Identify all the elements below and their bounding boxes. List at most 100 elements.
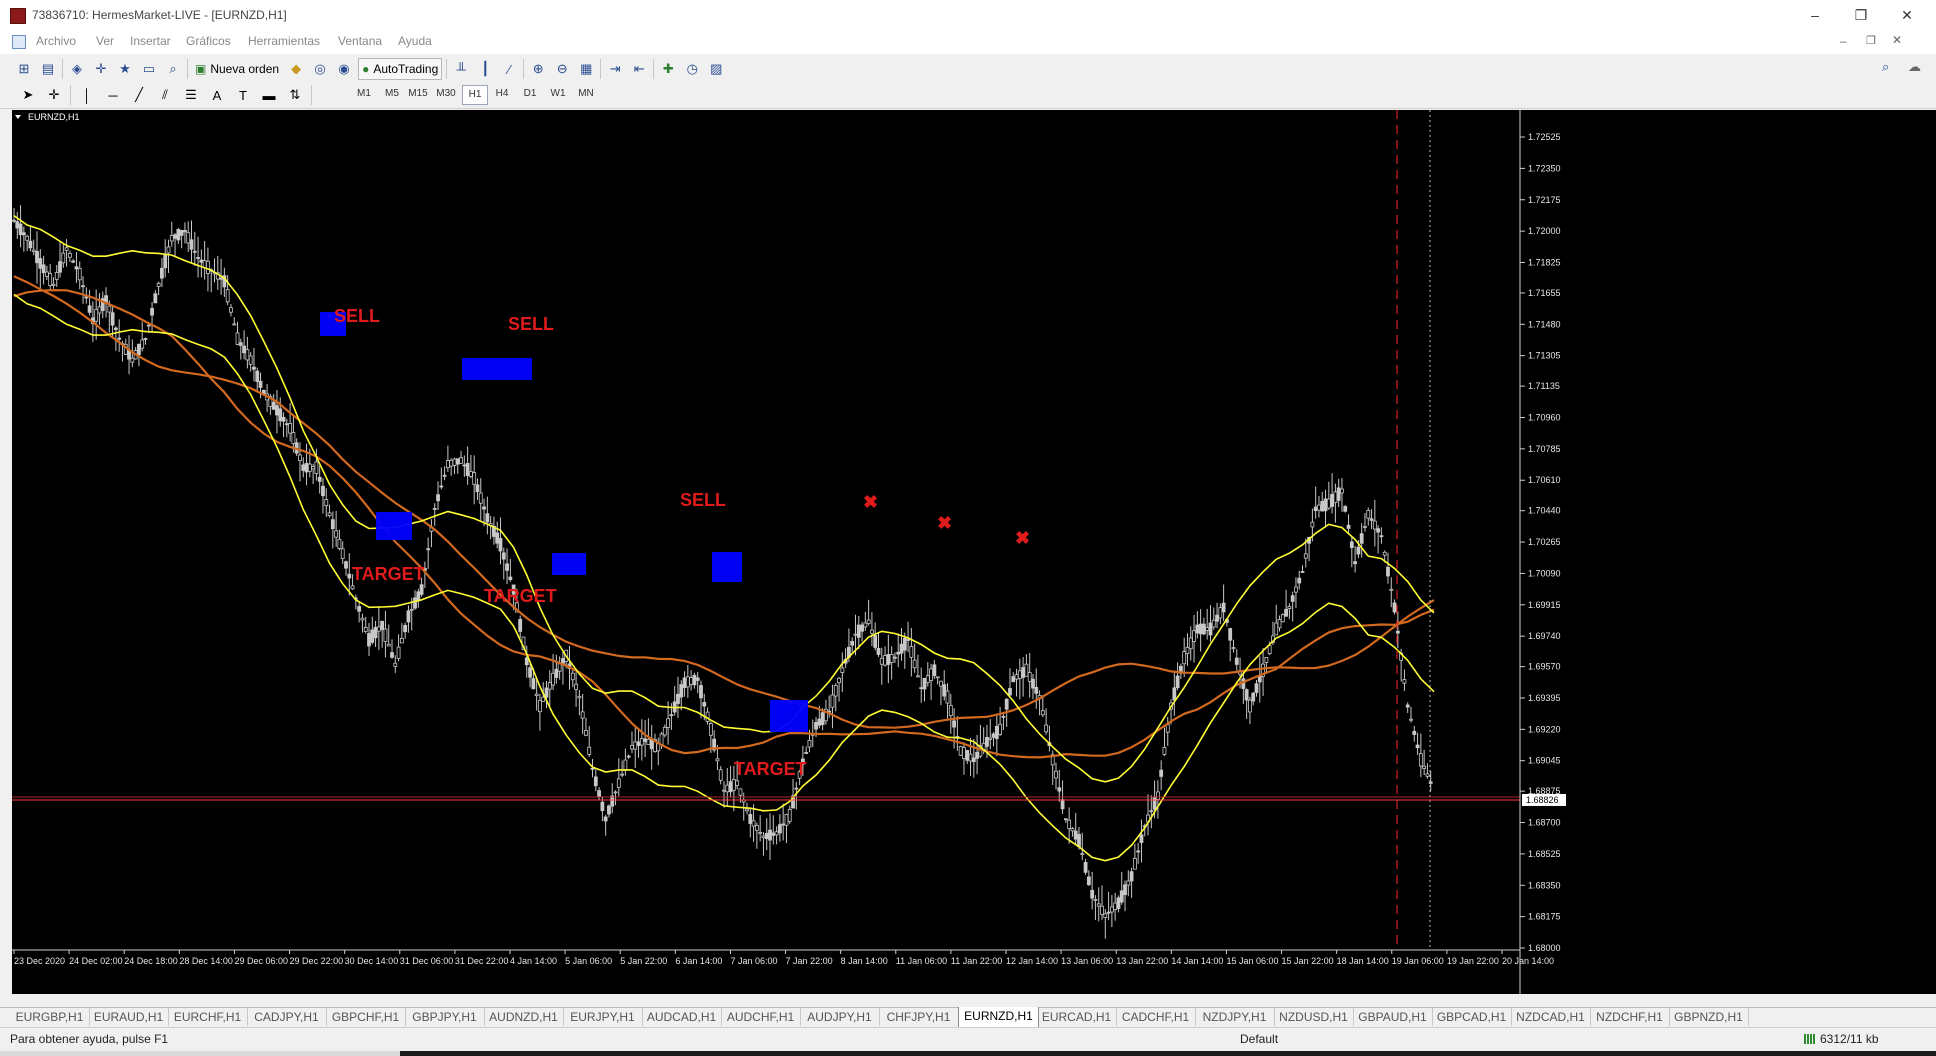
timeframe-m1[interactable]: M1 — [352, 85, 376, 103]
zoom-out-icon[interactable]: ⊖ — [552, 60, 572, 78]
timeframe-mn[interactable]: MN — [574, 85, 598, 103]
candle-body — [1192, 630, 1196, 642]
chart-shift-icon[interactable]: ⇥ — [605, 60, 625, 78]
tab-nzdjpy-h1[interactable]: NZDJPY,H1 — [1195, 1008, 1275, 1026]
timeframe-h4[interactable]: H4 — [490, 85, 514, 103]
tab-eurgbp-h1[interactable]: EURGBP,H1 — [10, 1008, 90, 1026]
chart-canvas[interactable]: SELL SELL SELL TARGET TARGET TARGET ✖ ✖ ✖ 1.7252… — [12, 110, 1936, 994]
periods-icon[interactable]: ◷ — [682, 60, 702, 78]
menu-ayuda[interactable]: Ayuda — [398, 34, 432, 48]
rectangle-icon[interactable]: ▬ — [259, 86, 279, 104]
crosshair-icon[interactable]: ✛ — [44, 86, 64, 104]
tab-cadchf-h1[interactable]: CADCHF,H1 — [1116, 1008, 1196, 1026]
candle-body — [48, 273, 53, 286]
candle-body — [1267, 645, 1272, 654]
timeframe-m5[interactable]: M5 — [380, 85, 404, 103]
trendline-icon[interactable]: ╱ — [129, 86, 149, 104]
tab-chfjpy-h1[interactable]: CHFJPY,H1 — [879, 1008, 959, 1026]
candle-body — [886, 654, 891, 665]
tab-eurnzd-h1[interactable]: EURNZD,H1 — [958, 1007, 1039, 1028]
child-minimize-button[interactable]: – — [1840, 34, 1847, 48]
tab-audnzd-h1[interactable]: AUDNZD,H1 — [484, 1008, 564, 1026]
new-order-button[interactable]: ▣ Nueva orden — [192, 59, 282, 79]
chat-icon[interactable]: ☁ — [1908, 59, 1921, 75]
candle-body — [965, 749, 970, 761]
horizontal-line-icon[interactable]: ─ — [103, 86, 123, 104]
channel-icon[interactable]: ⫽ — [155, 86, 175, 104]
zoom-in-icon[interactable]: ⊕ — [528, 60, 548, 78]
fibonacci-icon[interactable]: ☰ — [181, 86, 201, 104]
child-close-button[interactable]: ✕ — [1892, 33, 1902, 47]
tab-nzdcad-h1[interactable]: NZDCAD,H1 — [1511, 1008, 1591, 1026]
line-chart-icon[interactable]: ∕ — [499, 60, 519, 78]
tab-cadjpy-h1[interactable]: CADJPY,H1 — [247, 1008, 327, 1026]
close-button[interactable]: ✕ — [1884, 4, 1930, 26]
bar-chart-icon[interactable]: ╨ — [451, 60, 471, 78]
tab-audjpy-h1[interactable]: AUDJPY,H1 — [800, 1008, 880, 1026]
data-window-icon[interactable]: ✛ — [91, 60, 111, 78]
tab-nzdusd-h1[interactable]: NZDUSD,H1 — [1274, 1008, 1354, 1026]
metaeditor-icon[interactable]: ◆ — [286, 60, 306, 78]
tab-gbpnzd-h1[interactable]: GBPNZD,H1 — [1669, 1008, 1749, 1026]
x-mark-icon: ✖ — [1015, 528, 1030, 548]
autotrading-button[interactable]: ● AutoTrading — [358, 58, 443, 80]
signals-icon[interactable]: ◎ — [310, 60, 330, 78]
candle-body — [725, 784, 730, 793]
arrows-icon[interactable]: ⇅ — [285, 86, 305, 104]
child-restore-button[interactable]: ❐ — [1866, 34, 1876, 47]
menu-archivo[interactable]: Archivo — [36, 34, 76, 48]
candle-body — [870, 629, 874, 634]
menu-ver[interactable]: Ver — [96, 34, 114, 48]
tab-nzdchf-h1[interactable]: NZDCHF,H1 — [1590, 1008, 1670, 1026]
timeframe-h1[interactable]: H1 — [462, 85, 488, 105]
tab-gbpaud-h1[interactable]: GBPAUD,H1 — [1353, 1008, 1433, 1026]
menu-graficos[interactable]: Gráficos — [186, 34, 231, 48]
tab-gbpjpy-h1[interactable]: GBPJPY,H1 — [405, 1008, 485, 1026]
tab-audchf-h1[interactable]: AUDCHF,H1 — [721, 1008, 801, 1026]
indicators-icon[interactable]: ✚ — [658, 60, 678, 78]
menu-insertar[interactable]: Insertar — [130, 34, 171, 48]
tab-eurjpy-h1[interactable]: EURJPY,H1 — [563, 1008, 643, 1026]
candle-body — [35, 251, 39, 264]
candle-body — [1280, 614, 1285, 623]
profiles-icon[interactable]: ▤ — [38, 60, 58, 78]
candle-body — [610, 795, 615, 807]
templates-icon[interactable]: ▨ — [706, 60, 726, 78]
minimize-button[interactable]: – — [1792, 4, 1838, 26]
tile-windows-icon[interactable]: ▦ — [576, 60, 596, 78]
vertical-line-icon[interactable]: │ — [77, 86, 97, 104]
tab-eurcad-h1[interactable]: EURCAD,H1 — [1037, 1008, 1117, 1026]
timeframe-w1[interactable]: W1 — [546, 85, 570, 103]
candle-body — [1409, 718, 1413, 721]
auto-scroll-icon[interactable]: ⇤ — [629, 60, 649, 78]
timeframe-m30[interactable]: M30 — [434, 85, 458, 103]
candle-body — [1290, 595, 1295, 602]
tab-gbpcad-h1[interactable]: GBPCAD,H1 — [1432, 1008, 1512, 1026]
cursor-icon[interactable]: ➤ — [18, 86, 38, 104]
tab-audcad-h1[interactable]: AUDCAD,H1 — [642, 1008, 722, 1026]
menu-herramientas[interactable]: Herramientas — [248, 34, 320, 48]
strategy-tester-icon[interactable]: ⌕ — [163, 60, 183, 78]
market-watch-icon[interactable]: ◈ — [67, 60, 87, 78]
restore-button[interactable]: ❐ — [1838, 4, 1884, 26]
timeframe-d1[interactable]: D1 — [518, 85, 542, 103]
candle-body — [1004, 698, 1009, 710]
candle-body — [334, 530, 339, 538]
text-label-icon[interactable]: T — [233, 86, 253, 104]
new-chart-icon[interactable]: ⊞ — [14, 60, 34, 78]
tab-eurchf-h1[interactable]: EURCHF,H1 — [168, 1008, 248, 1026]
candle-body — [324, 499, 329, 507]
text-icon[interactable]: A — [207, 86, 227, 104]
timeframe-m15[interactable]: M15 — [406, 85, 430, 103]
tab-euraud-h1[interactable]: EURAUD,H1 — [89, 1008, 169, 1026]
candle-body — [403, 624, 408, 633]
market-icon[interactable]: ◉ — [334, 60, 354, 78]
search-icon[interactable]: ⌕ — [1882, 59, 1889, 75]
price-chart[interactable]: SELL SELL SELL TARGET TARGET TARGET ✖ ✖ ✖ 1.7252… — [12, 110, 1936, 994]
menu-ventana[interactable]: Ventana — [338, 34, 382, 48]
tab-gbpchf-h1[interactable]: GBPCHF,H1 — [326, 1008, 406, 1026]
candlestick-chart-icon[interactable]: ┃ — [475, 60, 495, 78]
navigator-icon[interactable]: ★ — [115, 60, 135, 78]
terminal-icon[interactable]: ▭ — [139, 60, 159, 78]
candle-body — [1418, 753, 1423, 767]
